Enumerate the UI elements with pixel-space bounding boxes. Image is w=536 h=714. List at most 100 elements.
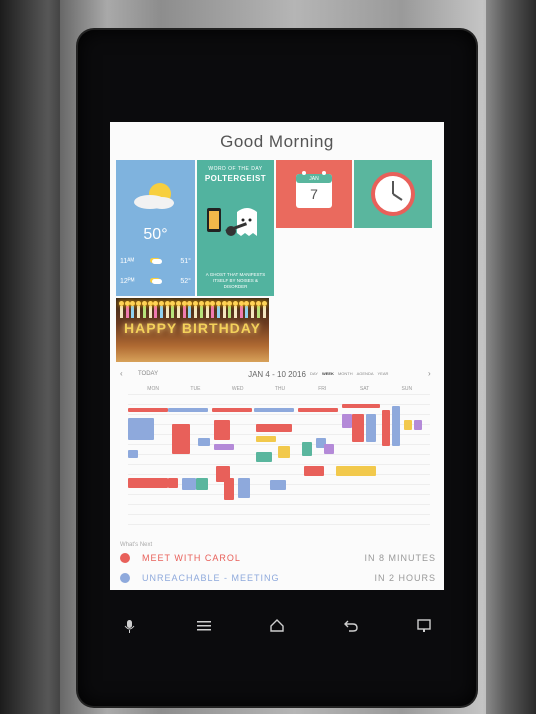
cloud-icon — [152, 259, 163, 264]
candle — [164, 301, 170, 318]
candle — [141, 301, 147, 318]
calendar-event[interactable] — [198, 438, 210, 446]
next-event-item[interactable]: MEET WITH CAROL IN 8 MINUTES — [120, 552, 436, 566]
day-thu: THU — [274, 386, 286, 392]
fridge-door-right — [486, 0, 536, 714]
menu-icon[interactable] — [184, 619, 224, 635]
word-of-the-day-tile[interactable]: WORD OF THE DAY POLTERGEIST A GHOST THAT… — [197, 160, 274, 296]
calendar-event[interactable] — [256, 436, 276, 442]
event-time: IN 2 HOURS — [374, 573, 436, 583]
forecast-temp: 51° — [180, 258, 191, 265]
calendar-range: JAN 4 - 10 2016 — [248, 370, 306, 379]
candle — [170, 301, 176, 318]
calendar-event[interactable] — [214, 444, 234, 450]
calendar-event[interactable] — [278, 446, 290, 458]
candle — [119, 301, 124, 318]
clock-tile[interactable] — [354, 160, 432, 228]
candle — [124, 301, 130, 318]
event-name: MEET WITH CAROL — [142, 553, 241, 563]
calendar-event[interactable] — [254, 408, 294, 412]
candle — [181, 301, 187, 318]
calendar-event[interactable] — [302, 442, 312, 456]
candle — [233, 301, 238, 318]
hour-gridline — [128, 474, 430, 475]
calendar-event[interactable] — [128, 478, 168, 488]
view-switcher: DAY WEEK MONTH AGENDA YEAR — [310, 371, 388, 376]
forecast-row: 11ᴬᴹ 51° — [120, 258, 191, 265]
calendar-event[interactable] — [168, 478, 178, 488]
cast-icon[interactable] — [404, 619, 444, 635]
wotd-word: POLTERGEIST — [204, 174, 267, 183]
view-month[interactable]: MONTH — [338, 371, 353, 376]
candle — [244, 301, 250, 318]
weekday-header: MON TUE WED THU FRI SAT SUN — [132, 386, 428, 392]
week-calendar-grid[interactable] — [128, 394, 430, 536]
back-icon[interactable] — [331, 619, 371, 635]
mic-icon[interactable] — [110, 619, 150, 636]
event-name: UNREACHABLE - MEETING — [142, 573, 280, 583]
hour-gridline — [128, 394, 430, 395]
candle — [215, 301, 221, 318]
calendar-event[interactable] — [366, 414, 376, 442]
calendar-event[interactable] — [172, 424, 190, 454]
calendar-event[interactable] — [298, 408, 338, 412]
page-title: Good Morning — [220, 132, 334, 151]
calendar-event[interactable] — [342, 404, 380, 408]
view-agenda[interactable]: AGENDA — [357, 371, 374, 376]
candle — [147, 301, 153, 318]
candle — [176, 301, 181, 318]
calendar-event[interactable] — [256, 452, 272, 462]
clock-icon — [371, 172, 415, 216]
calendar-event[interactable] — [304, 466, 324, 476]
calendar-event[interactable] — [382, 410, 390, 446]
calendar-event[interactable] — [352, 414, 364, 442]
system-nav-bar — [110, 616, 444, 638]
calendar-event[interactable] — [342, 414, 352, 428]
calendar-event[interactable] — [270, 480, 286, 490]
day-fri: FRI — [318, 386, 327, 392]
candle — [153, 301, 159, 318]
candle — [130, 301, 136, 318]
calendar-event[interactable] — [214, 420, 230, 440]
next-week-button[interactable]: › — [428, 369, 431, 378]
calendar-event[interactable] — [336, 466, 376, 476]
calendar-event[interactable] — [224, 478, 234, 500]
calendar-event[interactable] — [128, 450, 138, 458]
calendar-event[interactable] — [196, 478, 208, 490]
view-week[interactable]: WEEK — [322, 371, 334, 376]
candle — [227, 301, 233, 318]
partly-cloudy-icon — [134, 183, 174, 209]
view-day[interactable]: DAY — [310, 371, 318, 376]
calendar-event[interactable] — [212, 408, 252, 412]
forecast-row: 12ᴾᴹ 52° — [120, 278, 191, 285]
birthday-text: HAPPY BIRTHDAY — [124, 320, 261, 336]
day-sun: SUN — [401, 386, 413, 392]
view-year[interactable]: YEAR — [378, 371, 389, 376]
calendar-event[interactable] — [182, 478, 196, 490]
calendar-event[interactable] — [414, 420, 422, 430]
calendar-event[interactable] — [256, 424, 292, 432]
calendar-event[interactable] — [168, 408, 208, 412]
calendar-event[interactable] — [404, 420, 412, 430]
birthday-photo-tile[interactable]: HAPPY BIRTHDAY — [116, 298, 269, 362]
calendar-event[interactable] — [238, 478, 250, 498]
calendar-event[interactable] — [128, 418, 154, 440]
calendar-event[interactable] — [392, 406, 400, 446]
forecast-temp: 52° — [180, 278, 191, 285]
calendar-tile[interactable]: JAN 7 — [276, 160, 352, 228]
calendar-event[interactable] — [128, 408, 168, 412]
candle — [136, 301, 142, 318]
wotd-definition: A GHOST THAT MANIFESTS ITSELF BY NOISES … — [205, 272, 266, 289]
candle — [158, 301, 164, 318]
event-color-dot — [120, 553, 130, 563]
home-icon[interactable] — [257, 619, 297, 635]
candle — [198, 301, 204, 318]
event-color-dot — [120, 573, 130, 583]
next-event-item[interactable]: UNREACHABLE - MEETING IN 2 HOURS — [120, 572, 436, 586]
candle — [210, 301, 216, 318]
calendar-event[interactable] — [324, 444, 334, 454]
weather-tile[interactable]: 50° 11ᴬᴹ 51° 12ᴾᴹ 52° — [116, 160, 195, 296]
candle — [187, 301, 193, 318]
candle — [250, 301, 256, 318]
candle — [255, 301, 261, 318]
